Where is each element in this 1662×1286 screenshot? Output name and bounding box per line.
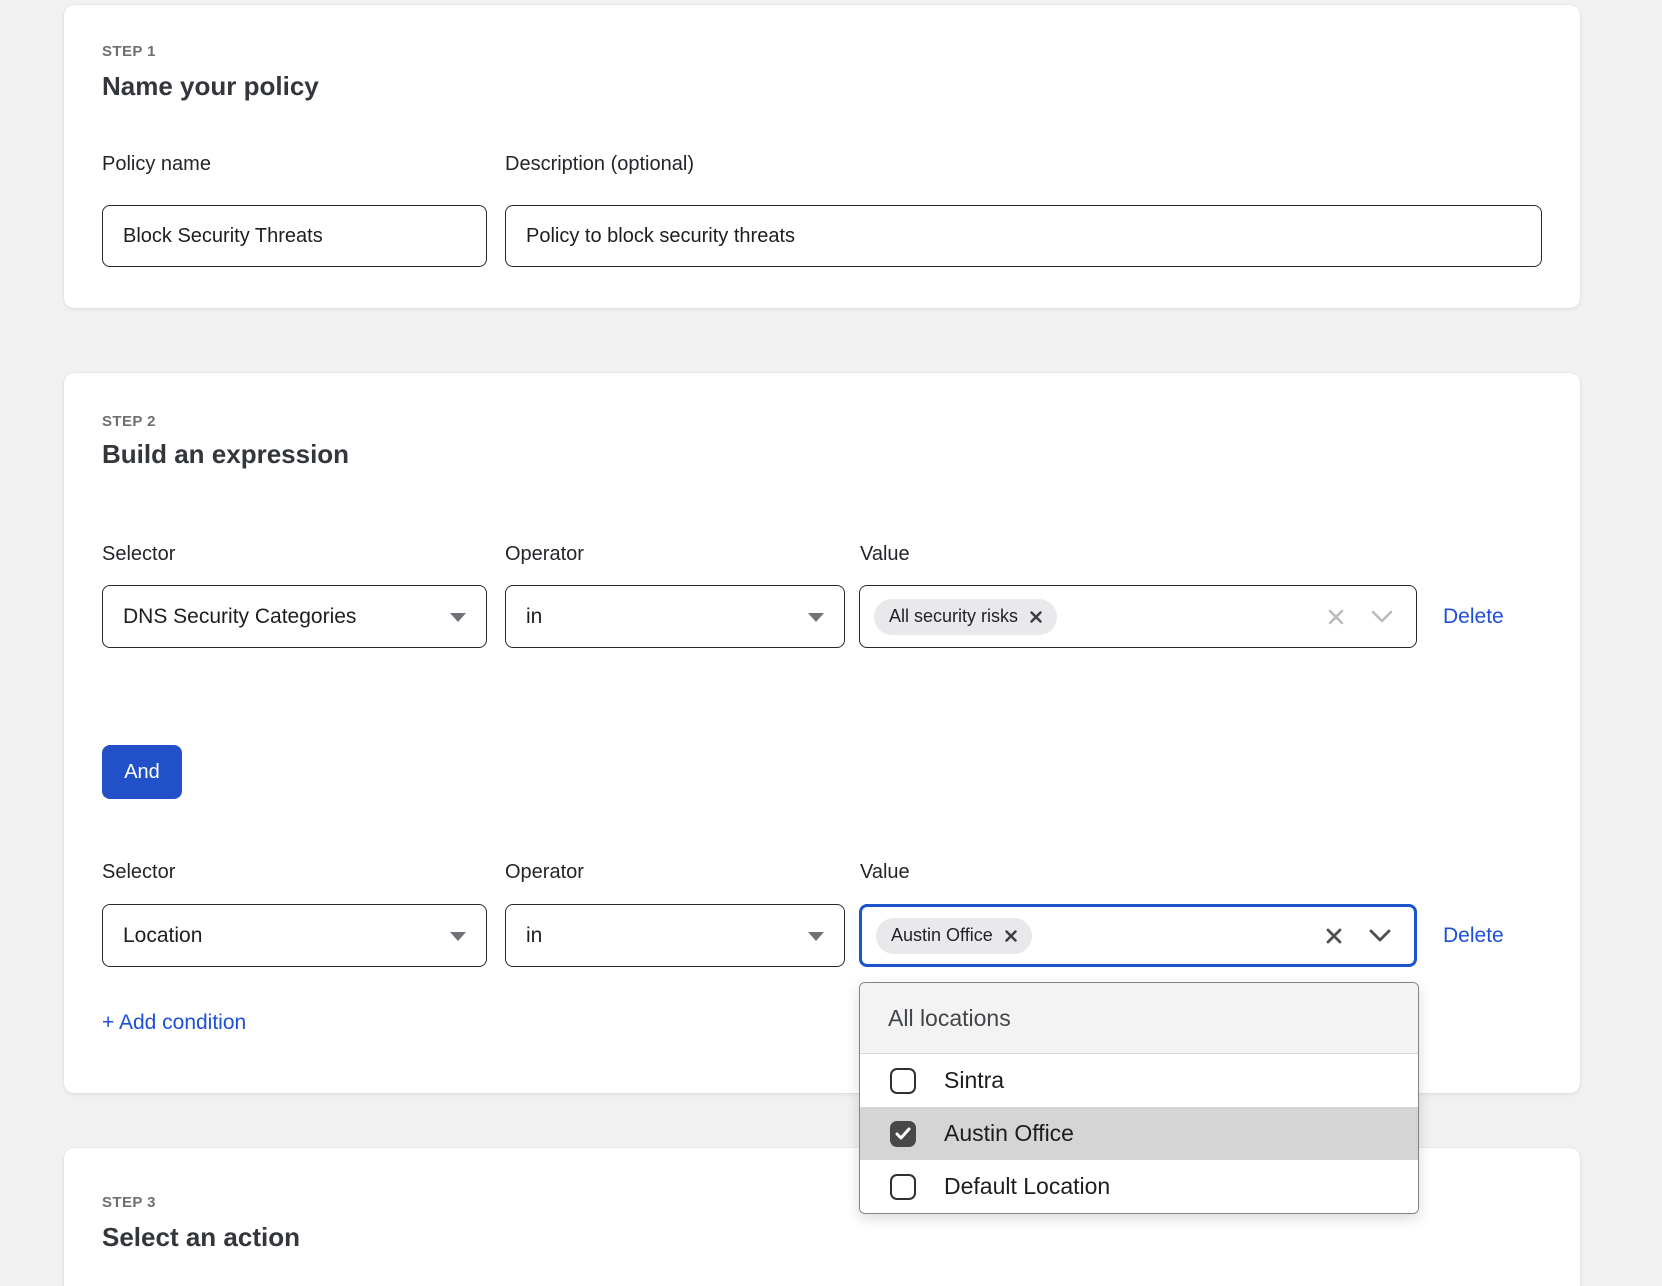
multiselect-icons (1324, 907, 1414, 964)
tag-remove-icon[interactable] (1005, 930, 1017, 942)
clear-all-icon[interactable] (1326, 607, 1346, 627)
chevron-down-icon[interactable] (1370, 610, 1394, 624)
step3-step-label: STEP 3 (102, 1194, 156, 1211)
condition2-selector-label: Selector (102, 861, 175, 884)
condition1-operator-label: Operator (505, 543, 584, 566)
add-condition-link[interactable]: + Add condition (102, 1011, 246, 1035)
dropdown-arrow-icon (808, 932, 824, 941)
description-input[interactable] (505, 205, 1542, 267)
condition1-selector-select[interactable]: DNS Security Categories (102, 585, 487, 648)
condition2-selector-select[interactable]: Location (102, 904, 487, 967)
condition2-operator-value: in (526, 924, 542, 948)
dropdown-option-label: Sintra (944, 1067, 1004, 1094)
location-dropdown-panel: All locations Sintra Austin Office Defau… (859, 982, 1419, 1214)
condition1-selector-label: Selector (102, 543, 175, 566)
value-tag-label: Austin Office (891, 925, 993, 946)
step1-title: Name your policy (102, 71, 319, 102)
condition2-selector-value: Location (123, 924, 202, 948)
condition2-operator-select[interactable]: in (505, 904, 845, 967)
policy-builder-page: STEP 1 Name your policy Policy name Desc… (0, 0, 1662, 1286)
dropdown-option-sintra[interactable]: Sintra (860, 1054, 1418, 1107)
policy-name-label: Policy name (102, 153, 211, 176)
dropdown-group-header: All locations (860, 983, 1418, 1054)
chevron-down-icon[interactable] (1368, 929, 1392, 943)
condition1-operator-select[interactable]: in (505, 585, 845, 648)
dropdown-option-label: Default Location (944, 1173, 1110, 1200)
value-tag: Austin Office (876, 918, 1032, 954)
condition1-selector-value: DNS Security Categories (123, 605, 356, 629)
condition2-value-label: Value (860, 861, 910, 884)
step3-title: Select an action (102, 1222, 300, 1253)
value-tag: All security risks (874, 599, 1057, 635)
condition1-value-label: Value (860, 543, 910, 566)
step2-step-label: STEP 2 (102, 413, 156, 430)
step1-card: STEP 1 Name your policy Policy name Desc… (64, 5, 1580, 308)
dropdown-arrow-icon (808, 613, 824, 622)
dropdown-arrow-icon (450, 613, 466, 622)
condition1-value-multiselect[interactable]: All security risks (859, 585, 1417, 648)
value-tag-label: All security risks (889, 606, 1018, 627)
checkbox-icon[interactable] (890, 1174, 916, 1200)
dropdown-arrow-icon (450, 932, 466, 941)
condition1-operator-value: in (526, 605, 542, 629)
condition1-delete-link[interactable]: Delete (1443, 585, 1504, 648)
policy-name-input[interactable] (102, 205, 487, 267)
condition2-operator-label: Operator (505, 861, 584, 884)
step2-title: Build an expression (102, 439, 349, 470)
dropdown-option-austin-office[interactable]: Austin Office (860, 1107, 1418, 1160)
dropdown-option-default-location[interactable]: Default Location (860, 1160, 1418, 1213)
description-label: Description (optional) (505, 153, 694, 176)
checkbox-checked-icon[interactable] (890, 1121, 916, 1147)
dropdown-option-label: Austin Office (944, 1120, 1074, 1147)
clear-all-icon[interactable] (1324, 926, 1344, 946)
multiselect-icons (1326, 586, 1416, 647)
checkbox-icon[interactable] (890, 1068, 916, 1094)
condition2-delete-link[interactable]: Delete (1443, 904, 1504, 967)
condition2-value-multiselect[interactable]: Austin Office (859, 904, 1417, 967)
tag-remove-icon[interactable] (1030, 611, 1042, 623)
and-connector-button[interactable]: And (102, 745, 182, 799)
step1-step-label: STEP 1 (102, 43, 156, 60)
